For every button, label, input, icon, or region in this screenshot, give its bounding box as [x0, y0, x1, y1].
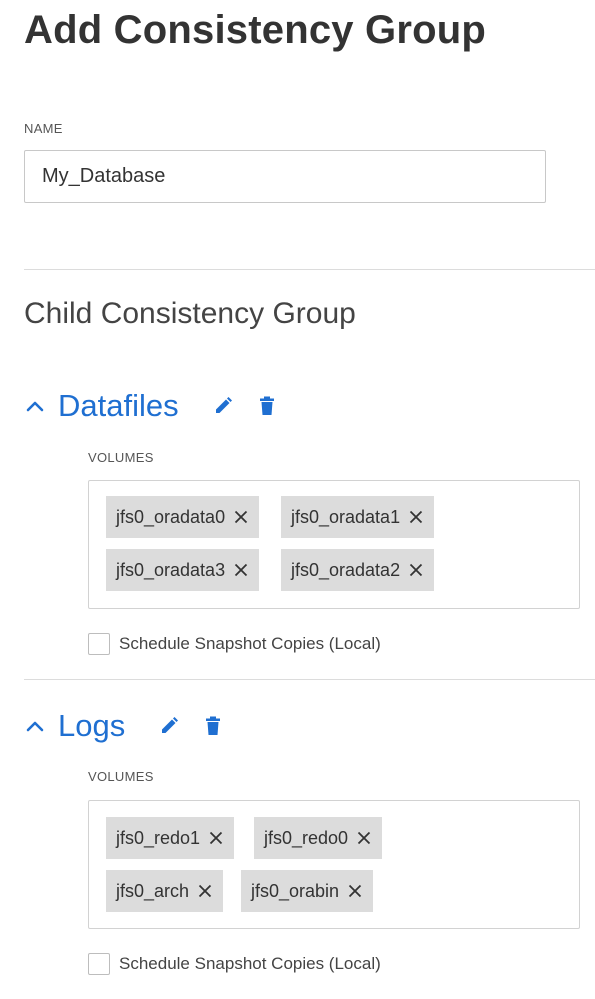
chevron-up-icon[interactable] — [24, 395, 46, 417]
volume-chip: jfs0_oradata3 — [106, 549, 260, 591]
child-section-title: Child Consistency Group — [24, 297, 356, 330]
trash-icon[interactable] — [256, 395, 278, 417]
volumes-label: VOLUMES — [88, 769, 154, 784]
pencil-icon[interactable] — [158, 715, 180, 737]
volume-chip: jfs0_oradata2 — [281, 549, 435, 591]
volume-chip: jfs0_oradata1 — [281, 496, 435, 538]
trash-icon[interactable] — [202, 715, 224, 737]
pencil-icon[interactable] — [212, 395, 234, 417]
volume-chip: jfs0_redo0 — [254, 817, 383, 859]
volumes-box[interactable]: jfs0_oradata0 jfs0_oradata1 jfs0_oradata… — [88, 480, 580, 609]
volume-chip-label: jfs0_orabin — [251, 880, 340, 901]
close-icon[interactable] — [208, 830, 224, 846]
close-icon[interactable] — [408, 562, 424, 578]
name-field-label: NAME — [24, 121, 63, 136]
close-icon[interactable] — [197, 883, 213, 899]
volumes-box[interactable]: jfs0_redo1 jfs0_redo0 jfs0_arch jfs0_ora… — [88, 800, 580, 929]
volumes-label: VOLUMES — [88, 450, 154, 465]
volume-chip: jfs0_redo1 — [106, 817, 235, 859]
schedule-snapshot-row: Schedule Snapshot Copies (Local) — [88, 953, 381, 975]
volume-chip: jfs0_arch — [106, 870, 224, 912]
schedule-snapshot-checkbox[interactable] — [88, 953, 110, 975]
volume-chip-label: jfs0_oradata0 — [116, 506, 226, 527]
volume-chip-label: jfs0_redo1 — [116, 827, 201, 848]
name-input[interactable] — [24, 150, 546, 203]
group-header-datafiles: Datafiles — [24, 386, 278, 426]
volume-chip-label: jfs0_oradata1 — [291, 506, 401, 527]
volume-chip: jfs0_oradata0 — [106, 496, 260, 538]
chevron-up-icon[interactable] — [24, 715, 46, 737]
divider — [24, 679, 595, 680]
group-name-datafiles[interactable]: Datafiles — [58, 388, 179, 424]
close-icon[interactable] — [233, 562, 249, 578]
schedule-snapshot-checkbox[interactable] — [88, 633, 110, 655]
group-name-logs[interactable]: Logs — [58, 708, 125, 744]
volume-chip-label: jfs0_oradata2 — [291, 559, 401, 580]
group-header-logs: Logs — [24, 706, 224, 746]
close-icon[interactable] — [356, 830, 372, 846]
volume-chip-label: jfs0_oradata3 — [116, 559, 226, 580]
volume-chip: jfs0_orabin — [241, 870, 374, 912]
divider — [24, 269, 595, 270]
close-icon[interactable] — [347, 883, 363, 899]
schedule-snapshot-row: Schedule Snapshot Copies (Local) — [88, 633, 381, 655]
schedule-snapshot-label[interactable]: Schedule Snapshot Copies (Local) — [119, 954, 381, 974]
page-title: Add Consistency Group — [24, 8, 487, 52]
schedule-snapshot-label[interactable]: Schedule Snapshot Copies (Local) — [119, 634, 381, 654]
volume-chip-label: jfs0_redo0 — [264, 827, 349, 848]
volume-chip-label: jfs0_arch — [116, 880, 190, 901]
close-icon[interactable] — [408, 509, 424, 525]
close-icon[interactable] — [233, 509, 249, 525]
